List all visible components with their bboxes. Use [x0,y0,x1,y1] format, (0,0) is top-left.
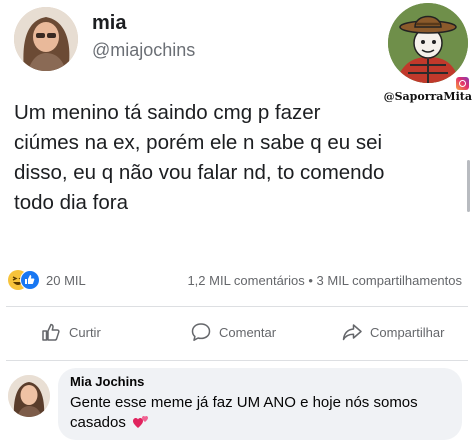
comments-shares-count[interactable]: 1,2 MIL comentários • 3 MIL compartilham… [187,273,462,288]
like-button[interactable]: Curtir [40,318,101,346]
comment-author-avatar[interactable] [8,375,50,417]
divider [6,360,468,361]
watermark-logo [388,3,468,83]
comment-text-line: casados [70,413,450,433]
share-button-label: Compartilhar [370,324,445,340]
instagram-icon [456,77,469,90]
comment-button[interactable]: Comentar [190,318,276,346]
share-icon [342,324,362,341]
revolving-hearts-emoji [133,416,149,428]
scrollbar[interactable] [467,160,470,212]
comment-icon [191,323,211,341]
tweet-text-line: disso, eu q não vou falar nd, to comendo [14,161,385,184]
tweet-author-name[interactable]: mia [92,12,126,35]
tweet-text-line: Um menino tá saindo cmg p fazer [14,101,321,124]
like-button-label: Curtir [69,324,101,340]
comment-button-label: Comentar [219,324,277,340]
screenshot: mia @miajochins @SaporraMita Um menino t… [0,0,474,443]
reaction-count: 20 MIL [46,273,86,288]
thumbs-up-icon [42,323,60,341]
comment-author-name[interactable]: Mia Jochins [70,374,144,389]
like-reaction-icon [20,270,40,290]
comment-text-line: Gente esse meme já faz UM ANO e hoje nós… [70,394,418,411]
divider [6,306,468,307]
share-button[interactable]: Compartilhar [341,318,444,346]
tweet-author-handle[interactable]: @miajochins [92,40,195,61]
comment-text: Gente esse meme já faz UM ANO e hoje nós… [70,393,450,433]
tweet-text: Um menino tá saindo cmg p fazer ciúmes n… [14,98,454,218]
tweet-text-line: todo dia fora [14,191,128,214]
comment-text-segment: casados [70,414,126,431]
tweet-author-avatar[interactable] [14,7,78,71]
tweet-text-line: ciúmes na ex, porém ele n sabe q eu sei [14,131,383,154]
